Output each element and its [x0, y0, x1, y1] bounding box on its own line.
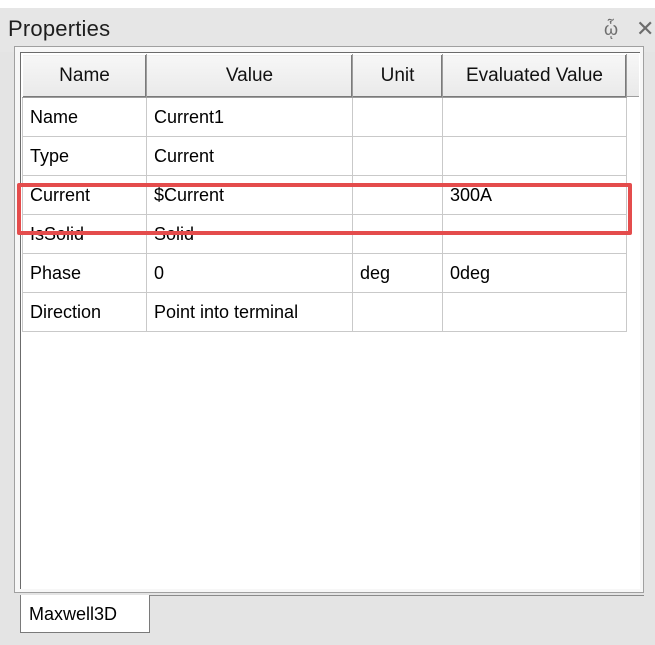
property-unit-cell[interactable]: deg: [352, 253, 443, 293]
property-grid: Name Value Unit Evaluated Value Name Cur…: [22, 54, 627, 332]
property-evaluated-cell: [442, 97, 627, 137]
property-name-cell: Direction: [22, 292, 147, 332]
table-row[interactable]: Type Current: [22, 136, 627, 176]
property-name-cell: IsSolid: [22, 214, 147, 254]
window-top-edge: [0, 0, 655, 8]
tab-maxwell3d[interactable]: Maxwell3D: [20, 595, 150, 633]
property-value-cell[interactable]: $Current: [146, 175, 353, 215]
property-value-cell[interactable]: Current: [146, 136, 353, 176]
property-value-cell[interactable]: Solid: [146, 214, 353, 254]
column-header-name[interactable]: Name: [22, 54, 147, 98]
property-unit-cell[interactable]: [352, 136, 443, 176]
tab-label: Maxwell3D: [29, 604, 118, 624]
property-name-cell: Current: [22, 175, 147, 215]
table-row[interactable]: Current $Current 300A: [22, 175, 627, 215]
grid-header-row: Name Value Unit Evaluated Value: [22, 54, 627, 98]
panel-title: Properties: [8, 16, 111, 41]
pin-icon[interactable]: ᾧ: [603, 18, 619, 40]
property-unit-cell[interactable]: [352, 97, 443, 137]
property-value-cell[interactable]: Point into terminal: [146, 292, 353, 332]
column-header-evaluated-value[interactable]: Evaluated Value: [442, 54, 627, 98]
property-name-cell: Phase: [22, 253, 147, 293]
table-row[interactable]: Direction Point into terminal: [22, 292, 627, 332]
property-evaluated-cell: [442, 292, 627, 332]
property-evaluated-cell: [442, 214, 627, 254]
close-icon[interactable]: ✕: [636, 16, 655, 42]
tab-strip-divider: [150, 595, 644, 596]
property-value-cell[interactable]: Current1: [146, 97, 353, 137]
column-header-unit[interactable]: Unit: [352, 54, 443, 98]
property-value-cell[interactable]: 0: [146, 253, 353, 293]
property-unit-cell[interactable]: [352, 292, 443, 332]
property-name-cell: Name: [22, 97, 147, 137]
property-evaluated-cell: 0deg: [442, 253, 627, 293]
property-name-cell: Type: [22, 136, 147, 176]
column-header-filler: [626, 54, 639, 97]
property-unit-cell[interactable]: [352, 175, 443, 215]
table-row[interactable]: Phase 0 deg 0deg: [22, 253, 627, 293]
property-unit-cell[interactable]: [352, 214, 443, 254]
column-header-value[interactable]: Value: [146, 54, 353, 98]
table-row[interactable]: Name Current1: [22, 97, 627, 137]
table-row[interactable]: IsSolid Solid: [22, 214, 627, 254]
property-evaluated-cell: [442, 136, 627, 176]
property-evaluated-cell: 300A: [442, 175, 627, 215]
